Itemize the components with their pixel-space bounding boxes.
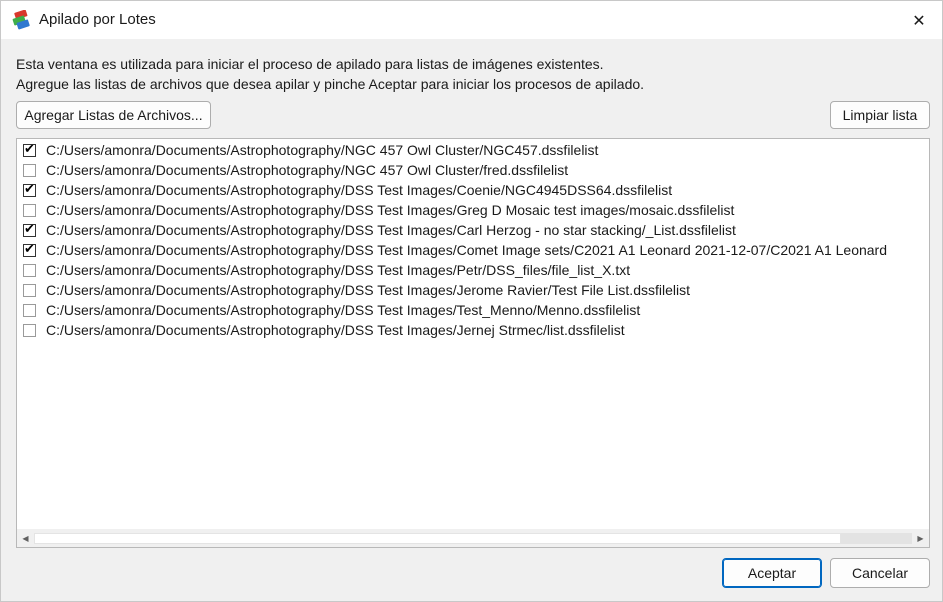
list-item[interactable]: C:/Users/amonra/Documents/Astrophotograp…	[17, 320, 929, 340]
scroll-thumb[interactable]	[34, 533, 841, 544]
checkmark-icon: ✔	[24, 241, 35, 257]
batch-stacking-dialog: Apilado por Lotes ✕ Esta ventana es util…	[0, 0, 943, 602]
item-checkbox[interactable]	[23, 263, 36, 277]
list-item[interactable]: C:/Users/amonra/Documents/Astrophotograp…	[17, 280, 929, 300]
close-button[interactable]: ✕	[896, 1, 942, 39]
item-checkbox[interactable]: ✔	[23, 181, 36, 197]
list-item[interactable]: ✔ C:/Users/amonra/Documents/Astrophotogra…	[17, 180, 929, 200]
description-line-1: Esta ventana es utilizada para iniciar e…	[16, 56, 604, 72]
checkmark-icon: ✔	[24, 221, 35, 237]
dialog-content: Esta ventana es utilizada para iniciar e…	[1, 39, 942, 601]
item-path-label: C:/Users/amonra/Documents/Astrophotograp…	[46, 222, 736, 238]
list-item[interactable]: ✔ C:/Users/amonra/Documents/Astrophotogra…	[17, 220, 929, 240]
list-item[interactable]: C:/Users/amonra/Documents/Astrophotograp…	[17, 200, 929, 220]
window-title: Apilado por Lotes	[39, 11, 156, 28]
accept-button[interactable]: Aceptar	[722, 558, 822, 588]
item-checkbox[interactable]	[23, 283, 36, 297]
item-path-label: C:/Users/amonra/Documents/Astrophotograp…	[46, 162, 569, 178]
scroll-left-button[interactable]: ◀	[17, 530, 34, 547]
item-path-label: C:/Users/amonra/Documents/Astrophotograp…	[46, 182, 673, 198]
checkmark-icon: ✔	[24, 141, 35, 157]
checkmark-icon: ✔	[24, 181, 35, 197]
title-bar: Apilado por Lotes ✕	[1, 1, 942, 39]
item-path-label: C:/Users/amonra/Documents/Astrophotograp…	[46, 202, 735, 218]
list-item[interactable]: C:/Users/amonra/Documents/Astrophotograp…	[17, 260, 929, 280]
item-path-label: C:/Users/amonra/Documents/Astrophotograp…	[46, 302, 641, 318]
item-path-label: C:/Users/amonra/Documents/Astrophotograp…	[46, 242, 887, 258]
app-logo-icon	[12, 10, 30, 30]
item-path-label: C:/Users/amonra/Documents/Astrophotograp…	[46, 262, 631, 278]
description-line-2: Agregue las listas de archivos que desea…	[16, 76, 645, 92]
list-item[interactable]: C:/Users/amonra/Documents/Astrophotograp…	[17, 300, 929, 320]
item-path-label: C:/Users/amonra/Documents/Astrophotograp…	[46, 282, 690, 298]
item-checkbox[interactable]: ✔	[23, 221, 36, 237]
close-icon: ✕	[912, 10, 926, 30]
item-checkbox[interactable]: ✔	[23, 141, 36, 157]
item-checkbox[interactable]	[23, 303, 36, 317]
item-checkbox[interactable]	[23, 163, 36, 177]
item-path-label: C:/Users/amonra/Documents/Astrophotograp…	[46, 142, 599, 158]
item-checkbox[interactable]	[23, 203, 36, 217]
chevron-right-icon: ▶	[917, 534, 924, 543]
item-checkbox[interactable]	[23, 323, 36, 337]
scroll-track-remainder	[841, 533, 912, 544]
file-list-items: ✔ C:/Users/amonra/Documents/Astrophotogra…	[17, 140, 929, 340]
list-item[interactable]: C:/Users/amonra/Documents/Astrophotograp…	[17, 160, 929, 180]
scroll-track[interactable]	[34, 530, 912, 547]
list-item[interactable]: ✔ C:/Users/amonra/Documents/Astrophotogra…	[17, 140, 929, 160]
clear-list-button[interactable]: Limpiar lista	[830, 101, 930, 129]
horizontal-scrollbar[interactable]: ◀ ▶	[17, 529, 929, 547]
list-item[interactable]: ✔ C:/Users/amonra/Documents/Astrophotogra…	[17, 240, 929, 260]
cancel-button[interactable]: Cancelar	[830, 558, 930, 588]
chevron-left-icon: ◀	[22, 534, 29, 543]
item-path-label: C:/Users/amonra/Documents/Astrophotograp…	[46, 322, 625, 338]
scroll-right-button[interactable]: ▶	[912, 530, 929, 547]
file-list-box[interactable]: ✔ C:/Users/amonra/Documents/Astrophotogra…	[16, 138, 930, 548]
item-checkbox[interactable]: ✔	[23, 241, 36, 257]
add-file-lists-button[interactable]: Agregar Listas de Archivos...	[16, 101, 211, 129]
